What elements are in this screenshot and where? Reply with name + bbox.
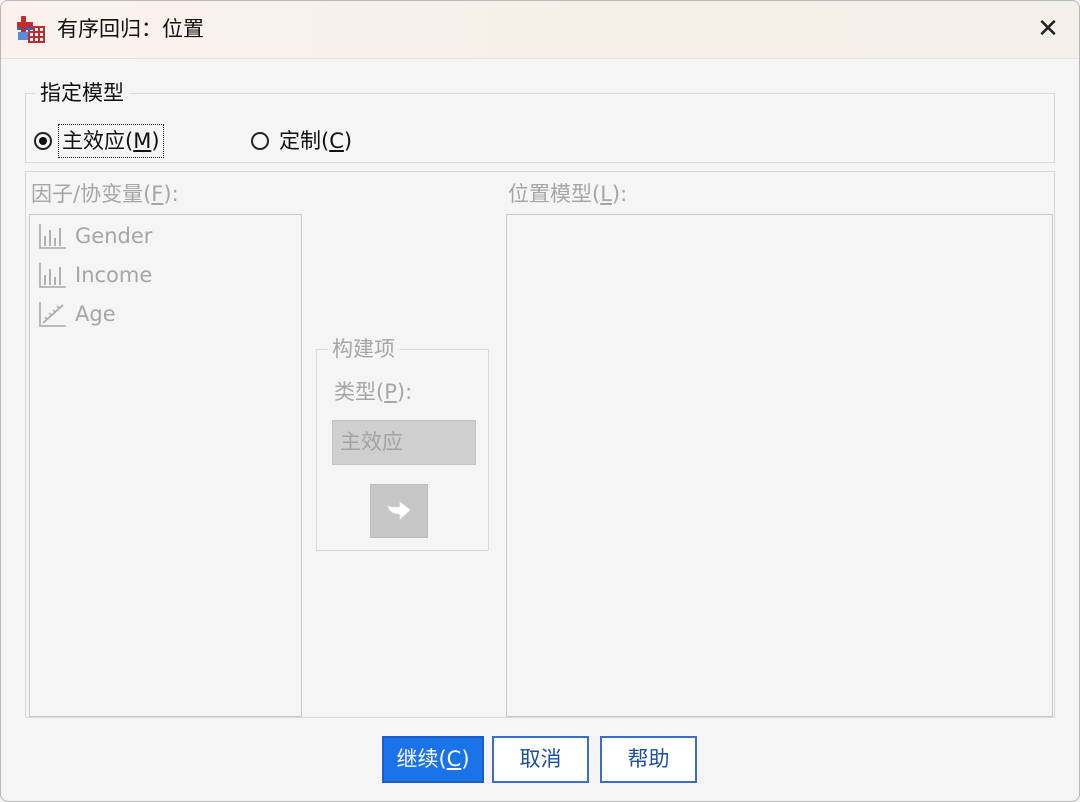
list-item-income[interactable]: Income [38, 258, 152, 292]
factors-covariates-list[interactable]: Gender Income Age [29, 214, 302, 717]
main-effects-radio[interactable]: 主效应(M) [34, 123, 164, 159]
help-button[interactable]: 帮助 [600, 736, 697, 783]
variable-name: Age [75, 302, 116, 326]
main-effects-label: 主效应(M) [58, 124, 164, 158]
dialog-content: 指定模型 主效应(M) 定制(C) 因子/协变量(F): 位置模型(L): Ge… [1, 59, 1079, 801]
move-term-button[interactable] [370, 484, 428, 538]
close-button[interactable]: ✕ [1027, 11, 1069, 47]
specify-model-label: 指定模型 [35, 79, 129, 107]
ordinal-regression-location-dialog: 有序回归：位置 ✕ 指定模型 主效应(M) 定制(C) 因子/协变量(F): 位… [0, 0, 1080, 802]
list-item-age[interactable]: Age [38, 297, 116, 331]
type-label: 类型(P): [334, 380, 413, 404]
title-bar: 有序回归：位置 ✕ [1, 1, 1079, 59]
location-model-label: 位置模型(L): [508, 182, 628, 206]
variable-name: Income [75, 263, 153, 287]
ordinal-bar-icon [39, 263, 66, 288]
variable-name: Gender [75, 224, 153, 248]
factors-covariates-label: 因子/协变量(F): [31, 182, 179, 206]
specify-model-group [25, 93, 1055, 163]
close-icon: ✕ [1037, 14, 1059, 44]
build-terms-label: 构建项 [328, 335, 399, 363]
custom-radio[interactable]: 定制(C) [251, 123, 354, 159]
custom-label: 定制(C) [279, 129, 353, 153]
continue-button[interactable]: 继续(C) [382, 736, 484, 783]
arrow-right-icon [387, 501, 411, 520]
window-title: 有序回归：位置 [57, 17, 204, 41]
radio-checked-icon [34, 132, 52, 150]
ordinal-bar-icon [39, 224, 66, 249]
spss-app-icon [17, 16, 45, 43]
list-item-gender[interactable]: Gender [38, 219, 152, 253]
location-model-list[interactable] [506, 214, 1053, 717]
type-select[interactable]: 主效应 [332, 420, 476, 465]
cancel-button[interactable]: 取消 [492, 736, 589, 783]
radio-unchecked-icon [251, 132, 269, 150]
scale-ruler-icon [39, 302, 66, 327]
